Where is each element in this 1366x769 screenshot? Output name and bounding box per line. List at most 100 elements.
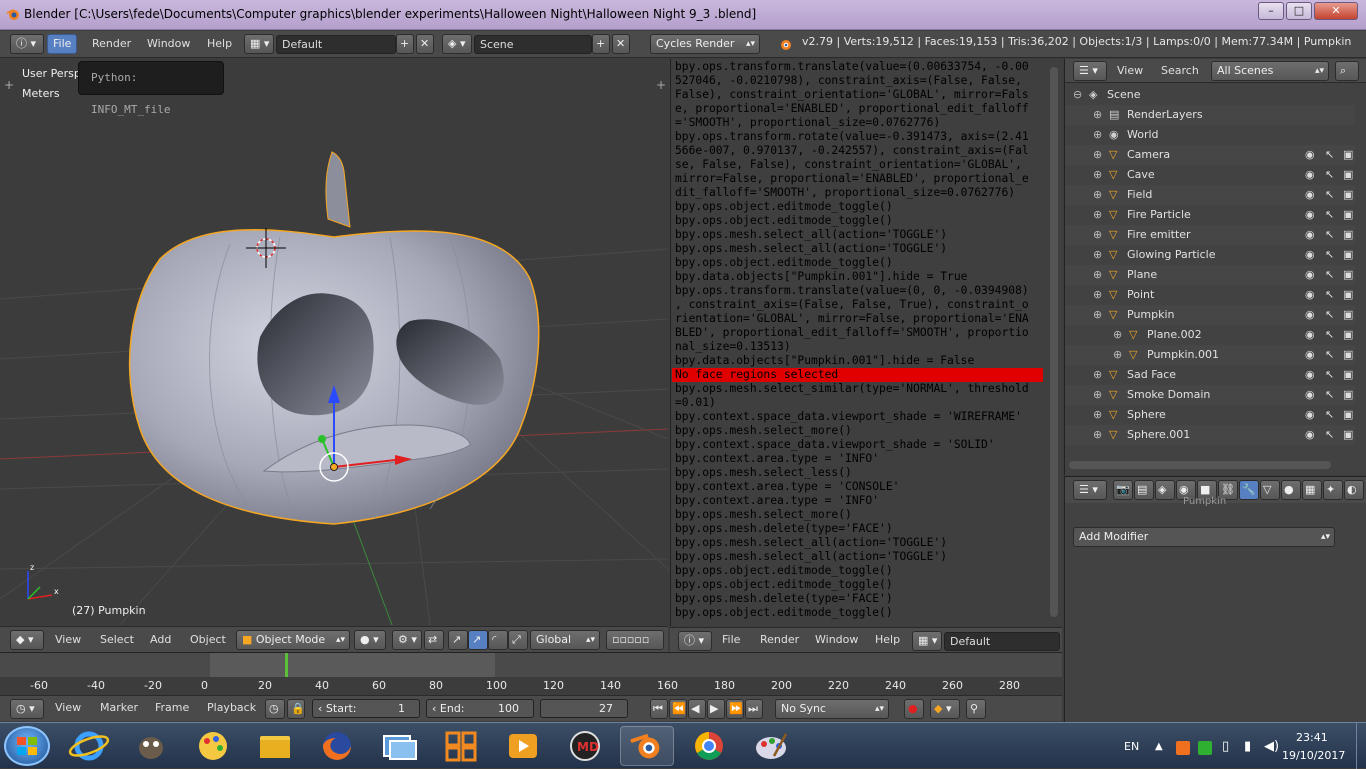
expand-icon[interactable]: ⊕ (1093, 285, 1102, 305)
log-scrollbar[interactable] (1050, 67, 1058, 617)
outliner-item-label[interactable]: Pumpkin.001 (1147, 345, 1219, 365)
outliner-item-label[interactable]: RenderLayers (1127, 105, 1203, 125)
menu-file[interactable]: File (47, 34, 77, 54)
jump-start-icon[interactable]: ⏮ (650, 699, 668, 719)
outliner-item-label[interactable]: Cave (1127, 165, 1155, 185)
preview-range-icon[interactable]: ◷ (265, 699, 285, 719)
gimp-icon[interactable] (124, 726, 178, 766)
outliner-item-label[interactable]: Fire Particle (1127, 205, 1191, 225)
selectability-cursor-icon[interactable]: ↖ (1325, 305, 1334, 325)
expand-icon[interactable]: ⊕ (1093, 225, 1102, 245)
selectability-cursor-icon[interactable]: ↖ (1325, 325, 1334, 345)
render-tab-icon[interactable]: 📷 (1113, 480, 1133, 500)
screen-layout-icon[interactable]: ▦ ▾ (244, 34, 274, 54)
selectability-cursor-icon[interactable]: ↖ (1325, 265, 1334, 285)
selectability-cursor-icon[interactable]: ↖ (1325, 365, 1334, 385)
renderability-camera-icon[interactable]: ▣ (1343, 385, 1353, 405)
expand-icon[interactable]: ⊕ (1093, 305, 1102, 325)
volume-icon[interactable]: ◀) (1264, 739, 1279, 754)
sync-mode-dropdown[interactable]: No Sync ▴▾ (775, 699, 889, 719)
selectability-cursor-icon[interactable]: ↖ (1325, 225, 1334, 245)
editor-type-timeline-button[interactable]: ◷ ▾ (10, 699, 44, 719)
display-mode-dropdown[interactable]: All Scenes ▴▾ (1211, 61, 1329, 81)
renderability-camera-icon[interactable]: ▣ (1343, 305, 1353, 325)
visibility-eye-icon[interactable]: ◉ (1305, 265, 1315, 285)
translate-manipulator-icon[interactable]: ↗ (468, 630, 488, 650)
expand-icon[interactable]: ⊕ (1093, 145, 1102, 165)
3d-viewport[interactable]: z x + + User Persp Meters (27) Pumpkin (0, 59, 668, 625)
outliner-item[interactable]: ⊕ ▽ Pumpkin ◉ ↖ ▣ (1065, 305, 1355, 325)
editor-type-info-button[interactable]: ⓘ ▾ (678, 631, 712, 651)
selectability-cursor-icon[interactable]: ↖ (1325, 285, 1334, 305)
selectability-cursor-icon[interactable]: ↖ (1325, 405, 1334, 425)
expand-icon[interactable]: ⊕ (1113, 345, 1122, 365)
modifiers-tab-icon[interactable]: 🔧 (1239, 480, 1259, 500)
visibility-eye-icon[interactable]: ◉ (1305, 145, 1315, 165)
renderability-camera-icon[interactable]: ▣ (1343, 265, 1353, 285)
timeline-menu-view[interactable]: View (55, 698, 81, 718)
record-icon[interactable]: ● (904, 699, 924, 719)
clock-date[interactable]: 19/10/2017 (1282, 749, 1345, 762)
selectability-cursor-icon[interactable]: ↖ (1325, 145, 1334, 165)
renderability-camera-icon[interactable]: ▣ (1343, 145, 1353, 165)
timeline-menu-marker[interactable]: Marker (100, 698, 138, 718)
play-reverse-icon[interactable]: ◀ (688, 699, 706, 719)
visibility-eye-icon[interactable]: ◉ (1305, 165, 1315, 185)
show-desktop-button[interactable] (1356, 723, 1366, 769)
expand-icon[interactable]: ⊕ (1093, 385, 1102, 405)
end-frame-field[interactable]: ‹ End: 100 (426, 699, 534, 718)
info-layout-field[interactable]: Default (944, 632, 1060, 651)
outliner-item-label[interactable]: Scene (1107, 85, 1141, 105)
info-menu-help[interactable]: Help (875, 630, 900, 650)
info-menu-window[interactable]: Window (815, 630, 858, 650)
renderability-camera-icon[interactable]: ▣ (1343, 425, 1353, 445)
visibility-eye-icon[interactable]: ◉ (1305, 225, 1315, 245)
selectability-cursor-icon[interactable]: ↖ (1325, 345, 1334, 365)
action-center-icon[interactable]: ▯ (1222, 739, 1229, 754)
renderability-camera-icon[interactable]: ▣ (1343, 345, 1353, 365)
timeline-menu-playback[interactable]: Playback (207, 698, 256, 718)
renderability-camera-icon[interactable]: ▣ (1343, 365, 1353, 385)
outliner-item[interactable]: ⊖ ◈ Scene (1065, 85, 1355, 105)
office-app-icon[interactable] (434, 726, 488, 766)
outliner-item-label[interactable]: Pumpkin (1127, 305, 1175, 325)
scene-icon[interactable]: ◈ ▾ (442, 34, 472, 54)
start-button[interactable] (4, 726, 50, 766)
expand-icon[interactable]: ⊕ (1093, 105, 1102, 125)
editor-type-3dview-button[interactable]: ◆ ▾ (10, 630, 44, 650)
outliner-item-label[interactable]: Sad Face (1127, 365, 1176, 385)
current-frame-field[interactable]: 27 (540, 699, 628, 718)
material-tab-icon[interactable]: ● (1281, 480, 1301, 500)
renderability-camera-icon[interactable]: ▣ (1343, 285, 1353, 305)
chrome-icon[interactable] (682, 726, 736, 766)
expand-icon[interactable]: ⊕ (1093, 205, 1102, 225)
properties-panel[interactable]: ☰ ▾ 📷 ▤ ◈ ◉ ■ ⛓ 🔧 ▽ ● ▦ ✦ ◐ Pumpkin Add … (1064, 476, 1366, 722)
file-explorer-icon[interactable] (248, 726, 302, 766)
transform-orientation-dropdown[interactable]: Global ▴▾ (530, 630, 600, 650)
manipulator-toggle-icon[interactable]: ↗ (448, 630, 468, 650)
renderability-camera-icon[interactable]: ▣ (1343, 325, 1353, 345)
selectability-cursor-icon[interactable]: ↖ (1325, 245, 1334, 265)
md-app-icon[interactable]: MD (558, 726, 612, 766)
outliner-item-label[interactable]: Fire emitter (1127, 225, 1191, 245)
paint-app-icon[interactable] (744, 726, 798, 766)
info-log-panel[interactable]: bpy.ops.transform.translate(value=(0.006… (670, 59, 1062, 626)
info-menu-render[interactable]: Render (760, 630, 799, 650)
video-player-icon[interactable] (496, 726, 550, 766)
outliner-item-label[interactable]: Plane.002 (1147, 325, 1202, 345)
outliner-item[interactable]: ⊕ ▽ Plane.002 ◉ ↖ ▣ (1065, 325, 1355, 345)
outliner-menu-search[interactable]: Search (1161, 61, 1199, 81)
screen-layout-icon[interactable]: ▦ ▾ (912, 631, 942, 651)
lock-icon[interactable]: 🔒 (287, 699, 305, 719)
visibility-eye-icon[interactable]: ◉ (1305, 365, 1315, 385)
renderability-camera-icon[interactable]: ▣ (1343, 205, 1353, 225)
expand-icon[interactable]: ⊕ (1093, 365, 1102, 385)
keying-set-icon[interactable]: ◆ ▾ (930, 699, 960, 719)
outliner-item[interactable]: ⊕ ▤ RenderLayers (1065, 105, 1355, 125)
texture-tab-icon[interactable]: ▦ (1302, 480, 1322, 500)
paint-palette-icon[interactable] (186, 726, 240, 766)
outliner-item[interactable]: ⊕ ▽ Glowing Particle ◉ ↖ ▣ (1065, 245, 1355, 265)
tray-app-icon[interactable] (1176, 741, 1190, 755)
layers-grid[interactable]: ▫▫▫▫▫ (606, 630, 664, 650)
visibility-eye-icon[interactable]: ◉ (1305, 285, 1315, 305)
